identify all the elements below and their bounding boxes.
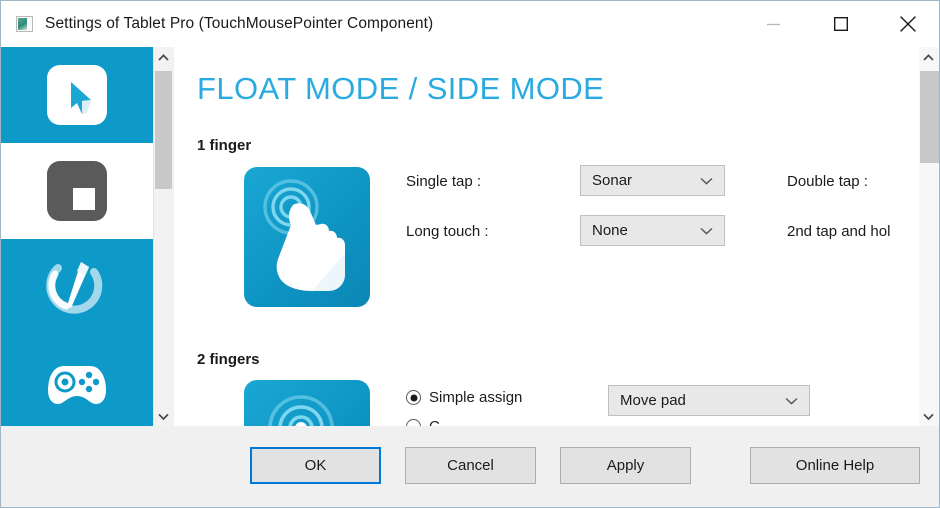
- section-label-one-finger: 1 finger: [197, 137, 252, 154]
- paintbrush-icon: [44, 256, 110, 318]
- content-panel: FLOAT MODE / SIDE MODE 1 finger Single t…: [174, 47, 919, 426]
- cancel-button[interactable]: Cancel: [405, 447, 536, 484]
- one-finger-tap-icon: [244, 167, 370, 307]
- minimize-icon[interactable]: [740, 1, 807, 47]
- chevron-down-icon: [700, 177, 713, 185]
- chevron-up-icon[interactable]: [154, 47, 173, 67]
- label-second-tap-and-hold: 2nd tap and hol: [787, 223, 891, 240]
- page-title: FLOAT MODE / SIDE MODE: [197, 71, 605, 106]
- sidebar-item-touchpad[interactable]: [1, 143, 153, 239]
- content-scroll-thumb[interactable]: [920, 71, 939, 163]
- sidebar-item-gamepad[interactable]: [1, 335, 153, 426]
- window-title: Settings of Tablet Pro (TouchMousePointe…: [45, 15, 434, 32]
- apply-button[interactable]: Apply: [560, 447, 691, 484]
- label-single-tap: Single tap :: [406, 173, 482, 190]
- two-finger-tap-icon: [244, 380, 370, 426]
- title-bar: Settings of Tablet Pro (TouchMousePointe…: [1, 1, 939, 47]
- online-help-button[interactable]: Online Help: [750, 447, 920, 484]
- window-controls: [740, 1, 939, 47]
- radio-custom-label: C: [429, 418, 440, 426]
- label-double-tap: Double tap :: [787, 173, 868, 190]
- two-finger-action-value: Move pad: [620, 392, 686, 409]
- radio-indicator: [406, 419, 421, 426]
- section-label-two-fingers: 2 fingers: [197, 351, 260, 368]
- radio-simple-assign[interactable]: Simple assign: [406, 389, 522, 406]
- two-finger-action-dropdown[interactable]: Move pad: [608, 385, 810, 416]
- footer-bar: OK Cancel Apply Online Help: [1, 426, 939, 507]
- single-tap-value: Sonar: [592, 172, 633, 189]
- sidebar-scrollbar[interactable]: [153, 47, 173, 426]
- gamepad-icon: [44, 352, 110, 414]
- cursor-pointer-icon: [47, 65, 107, 125]
- chevron-up-icon[interactable]: [919, 47, 938, 67]
- touchpad-square-icon: [47, 161, 107, 221]
- radio-indicator: [406, 390, 421, 405]
- maximize-icon[interactable]: [807, 1, 874, 47]
- radio-custom[interactable]: C: [406, 418, 440, 426]
- close-icon[interactable]: [874, 1, 939, 47]
- sidebar-item-cursor[interactable]: [1, 47, 153, 143]
- chevron-down-icon: [785, 397, 798, 405]
- long-touch-dropdown[interactable]: None: [580, 215, 725, 246]
- chevron-down-icon[interactable]: [919, 406, 938, 426]
- sidebar-item-paint[interactable]: [1, 239, 153, 335]
- chevron-down-icon: [700, 227, 713, 235]
- sidebar-scroll-thumb[interactable]: [155, 71, 172, 189]
- label-long-touch: Long touch :: [406, 223, 489, 240]
- sidebar: [1, 47, 153, 426]
- settings-window: Settings of Tablet Pro (TouchMousePointe…: [0, 0, 940, 508]
- chevron-down-icon[interactable]: [154, 406, 173, 426]
- content-scrollbar[interactable]: [919, 47, 939, 426]
- app-icon: [16, 16, 33, 32]
- long-touch-value: None: [592, 222, 628, 239]
- single-tap-dropdown[interactable]: Sonar: [580, 165, 725, 196]
- ok-button[interactable]: OK: [250, 447, 381, 484]
- radio-simple-assign-label: Simple assign: [429, 389, 523, 406]
